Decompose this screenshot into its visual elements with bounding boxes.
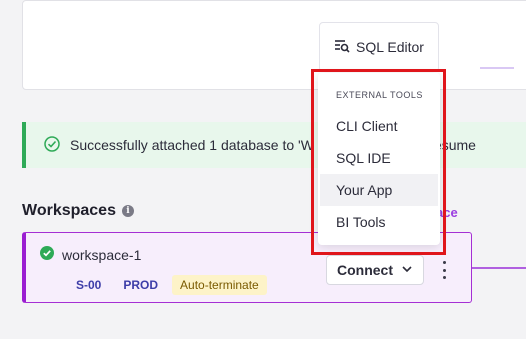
workspace-title-row: workspace-1 (40, 246, 141, 263)
workspaces-title: Workspaces (22, 202, 116, 219)
more-options-icon[interactable] (438, 261, 450, 279)
menu-item-bi-tools[interactable]: BI Tools (320, 206, 438, 238)
sql-editor-label: SQL Editor (356, 39, 424, 55)
connect-button[interactable]: Connect (326, 255, 424, 285)
workspaces-header: Workspaces i (22, 202, 134, 220)
menu-item-cli-client[interactable]: CLI Client (320, 110, 438, 142)
chevron-down-icon (401, 262, 413, 278)
workspace-tags: S-00 PROD Auto-terminate (68, 275, 267, 295)
status-check-icon (40, 246, 54, 263)
decorative-line (480, 67, 514, 69)
menu-heading: EXTERNAL TOOLS (336, 90, 423, 100)
external-tools-menu: EXTERNAL TOOLS CLI Client SQL IDE Your A… (318, 73, 440, 245)
decorative-line (472, 267, 526, 269)
auto-terminate-badge: Auto-terminate (172, 275, 267, 295)
workspace-name: workspace-1 (62, 246, 142, 263)
sql-editor-icon (334, 38, 350, 57)
success-banner: Successfully attached 1 database to 'W es… (22, 122, 526, 168)
menu-item-sql-ide[interactable]: SQL IDE (320, 142, 438, 174)
size-badge: S-00 (76, 278, 102, 292)
menu-item-your-app[interactable]: Your App (320, 174, 438, 206)
check-circle-icon (44, 135, 60, 155)
env-badge: PROD (123, 278, 159, 292)
info-icon[interactable]: i (121, 205, 134, 217)
top-card (22, 0, 526, 90)
sql-editor-button[interactable]: SQL Editor (319, 22, 439, 72)
connect-label: Connect (337, 262, 393, 278)
